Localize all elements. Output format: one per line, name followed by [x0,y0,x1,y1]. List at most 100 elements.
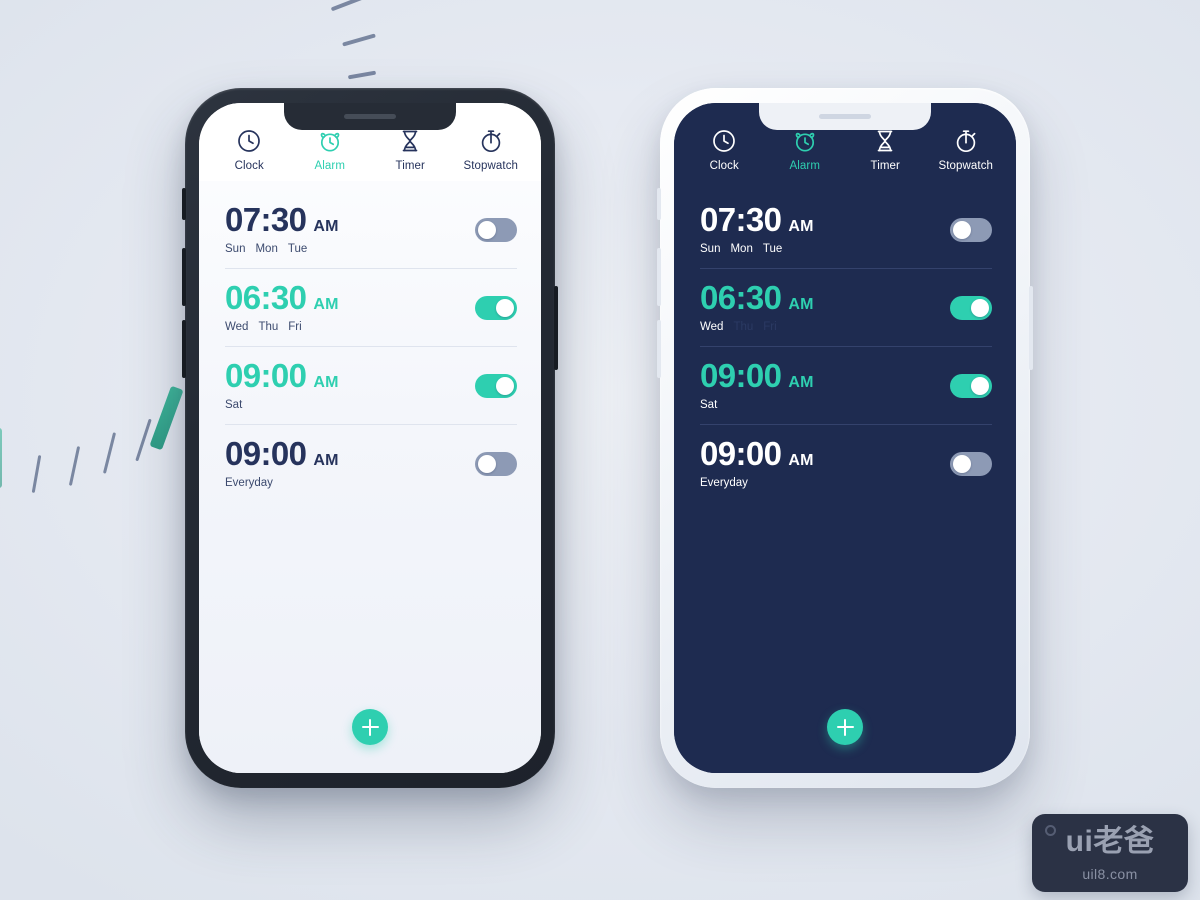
alarm-row[interactable]: 06:30 AM Wed Thu Fri [199,268,541,346]
alarm-toggle[interactable] [475,373,517,398]
alarm-day: Fri [763,321,777,334]
alarm-time: 06:30 [225,279,307,317]
alarm-day: Sun [700,243,721,256]
notch-2 [759,103,931,130]
tab-label: Alarm [314,159,346,172]
tab-timer[interactable]: Timer [371,128,449,182]
alarm-meridiem: AM [313,452,339,470]
alarm-day: Thu [733,321,754,334]
alarm-toggle[interactable] [475,295,517,320]
alarm-meridiem: AM [313,374,339,392]
tab-alarm[interactable]: Alarm [291,128,369,189]
mute-switch-left[interactable] [182,188,186,220]
alarm-day: Sat [700,399,718,412]
alarm-meridiem: AM [788,452,814,470]
tab-label: Alarm [789,159,821,172]
alarm-day: Everyday [700,477,748,490]
volume-up-button-left[interactable] [182,248,186,306]
alarm-row[interactable]: 07:30 AM Sun Mon Tue [674,190,1016,268]
toggle-knob [971,376,989,395]
alarm-row[interactable]: 09:00 AM Sat [199,346,541,424]
mute-switch-left-2[interactable] [657,188,661,220]
alarm-row[interactable]: 09:00 AM Everyday [674,424,1016,502]
speaker-grille-2 [819,114,871,119]
alarm-time: 09:00 [225,435,307,473]
hourglass-icon [872,128,898,154]
alarm-row[interactable]: 09:00 AM Sat [674,346,1016,424]
alarm-time-row: 06:30 AM [225,281,339,314]
alarm-toggle[interactable] [950,295,992,320]
alarm-day: Tue [287,243,308,256]
alarm-time-row: 07:30 AM [700,203,814,236]
alarm-day: Everyday [225,477,273,490]
alarm-days: Sun Mon Tue [700,244,814,256]
alarm-info: 09:00 AM Sat [225,359,339,412]
alarm-clock-icon [792,128,818,154]
deco-teal-bar [149,385,184,451]
alarm-row[interactable]: 06:30 AM Wed Thu Fri [674,268,1016,346]
stopwatch-icon [478,128,504,154]
alarm-time-row: 06:30 AM [700,281,814,314]
deco-teal-edge [0,428,2,488]
alarm-clock-icon [317,128,343,154]
toggle-knob [478,454,496,473]
tab-stopwatch[interactable]: Stopwatch [452,128,530,182]
toggle-knob [478,220,496,239]
alarm-info: 06:30 AM Wed Thu Fri [700,281,814,334]
alarm-info: 07:30 AM Sun Mon Tue [700,203,814,256]
phone-dark-frame: Clock Alarm Timer Stopwatch 07:30 AM Sun Mon Tu… [182,88,558,788]
deco-tick-2 [68,446,81,486]
deco-tick-3 [102,432,117,474]
alarm-info: 09:00 AM Everyday [700,437,814,490]
alarm-time-row: 09:00 AM [700,359,814,392]
tab-stopwatch[interactable]: Stopwatch [927,128,1005,182]
hourglass-icon [397,128,423,154]
alarm-row[interactable]: 07:30 AM Sun Mon Tue [199,190,541,268]
alarm-toggle[interactable] [475,451,517,476]
alarm-toggle[interactable] [475,217,517,242]
tab-timer[interactable]: Timer [846,128,924,182]
tab-label: Timer [395,159,425,172]
alarm-day: Mon [730,243,753,256]
toggle-knob [953,454,971,473]
alarm-days: Everyday [700,478,814,490]
alarm-meridiem: AM [313,218,339,236]
alarm-time-row: 07:30 AM [225,203,339,236]
volume-up-button-left-2[interactable] [657,248,661,306]
tab-clock[interactable]: Clock [210,128,288,182]
alarm-row[interactable]: 09:00 AM Everyday [199,424,541,502]
alarm-days: Sat [225,400,339,412]
phone-light-screen: Clock Alarm Timer Stopwatch 07:30 AM Sun Mon Tu… [199,103,541,773]
alarm-toggle[interactable] [950,451,992,476]
tab-label: Stopwatch [938,159,994,172]
power-button-right[interactable] [554,286,558,370]
alarm-day: Wed [700,321,724,334]
alarm-time-row: 09:00 AM [700,437,814,470]
alarm-toggle[interactable] [950,217,992,242]
watermark-badge: ui老爸 uil8.com [1032,814,1188,892]
power-button-right-2[interactable] [1029,286,1033,370]
add-alarm-button[interactable] [352,709,388,745]
alarm-time: 09:00 [700,435,782,473]
alarm-days: Sat [700,400,814,412]
alarm-days: Everyday [225,478,339,490]
clock-icon [236,128,262,154]
alarm-time: 09:00 [700,357,782,395]
toggle-knob [971,298,989,317]
tab-alarm[interactable]: Alarm [766,128,844,189]
watermark-url: uil8.com [1082,866,1138,882]
add-alarm-button-2[interactable] [827,709,863,745]
phone-dark-screen: Clock Alarm Timer Stopwatch 07:30 AM Sun Mon Tu… [674,103,1016,773]
alarm-meridiem: AM [788,218,814,236]
alarm-time-row: 09:00 AM [225,437,339,470]
deco-dash-2 [342,33,376,47]
tab-clock[interactable]: Clock [685,128,763,182]
volume-down-button-left[interactable] [182,320,186,378]
alarm-toggle[interactable] [950,373,992,398]
stopwatch-icon [953,128,979,154]
volume-down-button-left-2[interactable] [657,320,661,378]
alarm-time: 09:00 [225,357,307,395]
alarm-days: Wed Thu Fri [700,322,814,334]
alarm-meridiem: AM [313,296,339,314]
alarm-info: 09:00 AM Sat [700,359,814,412]
